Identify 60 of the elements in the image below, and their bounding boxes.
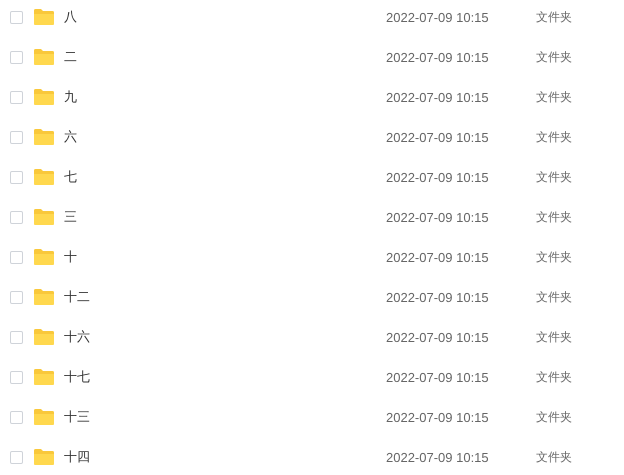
folder-name[interactable]: 十 — [64, 248, 386, 266]
folder-name[interactable]: 三 — [64, 208, 386, 226]
folder-name[interactable]: 二 — [64, 48, 386, 66]
checkbox[interactable] — [10, 290, 23, 304]
checkbox[interactable] — [10, 170, 23, 184]
folder-name[interactable]: 十二 — [64, 288, 386, 306]
folder-name[interactable]: 十六 — [64, 328, 386, 346]
modified-date: 2022-07-09 10:15 — [386, 90, 490, 104]
folder-icon — [34, 329, 54, 345]
file-type: 文件夹 — [536, 408, 572, 426]
folder-name[interactable]: 九 — [64, 88, 386, 106]
checkbox[interactable] — [10, 450, 23, 464]
modified-date: 2022-07-09 10:15 — [386, 290, 490, 304]
checkbox[interactable] — [10, 50, 23, 64]
checkbox[interactable] — [10, 330, 23, 344]
folder-icon — [34, 89, 54, 105]
folder-name[interactable]: 六 — [64, 128, 386, 146]
file-type: 文件夹 — [536, 48, 572, 66]
folder-name[interactable]: 十七 — [64, 368, 386, 386]
folder-name[interactable]: 十三 — [64, 408, 386, 426]
file-type: 文件夹 — [536, 248, 572, 266]
checkbox[interactable] — [10, 10, 23, 24]
folder-icon — [34, 129, 54, 145]
modified-date: 2022-07-09 10:15 — [386, 370, 490, 384]
folder-name[interactable]: 八 — [64, 8, 386, 26]
folder-icon — [34, 49, 54, 65]
folder-icon — [34, 289, 54, 305]
checkbox[interactable] — [10, 130, 23, 144]
file-type: 文件夹 — [536, 128, 572, 146]
folder-icon — [34, 169, 54, 185]
file-type: 文件夹 — [536, 448, 572, 466]
modified-date: 2022-07-09 10:15 — [386, 130, 490, 144]
folder-icon — [34, 209, 54, 225]
modified-date: 2022-07-09 10:15 — [386, 50, 490, 64]
modified-date: 2022-07-09 10:15 — [386, 330, 490, 344]
modified-date: 2022-07-09 10:15 — [386, 410, 490, 424]
file-type: 文件夹 — [536, 168, 572, 186]
modified-date: 2022-07-09 10:15 — [386, 210, 490, 224]
file-type: 文件夹 — [536, 288, 572, 306]
checkbox[interactable] — [10, 90, 23, 104]
file-type: 文件夹 — [536, 328, 572, 346]
folder-icon — [34, 369, 54, 385]
file-type: 文件夹 — [536, 8, 572, 26]
modified-date: 2022-07-09 10:15 — [386, 10, 490, 24]
file-type: 文件夹 — [536, 88, 572, 106]
file-type: 文件夹 — [536, 208, 572, 226]
file-type: 文件夹 — [536, 368, 572, 386]
folder-icon — [34, 409, 54, 425]
folder-name[interactable]: 七 — [64, 168, 386, 186]
checkbox[interactable] — [10, 250, 23, 264]
folder-name[interactable]: 十四 — [64, 448, 386, 466]
folder-icon — [34, 249, 54, 265]
modified-date: 2022-07-09 10:15 — [386, 250, 490, 264]
modified-date: 2022-07-09 10:15 — [386, 170, 490, 184]
checkbox[interactable] — [10, 410, 23, 424]
checkbox[interactable] — [10, 210, 23, 224]
folder-icon — [34, 9, 54, 25]
modified-date: 2022-07-09 10:15 — [386, 450, 490, 464]
folder-icon — [34, 449, 54, 465]
checkbox[interactable] — [10, 370, 23, 384]
